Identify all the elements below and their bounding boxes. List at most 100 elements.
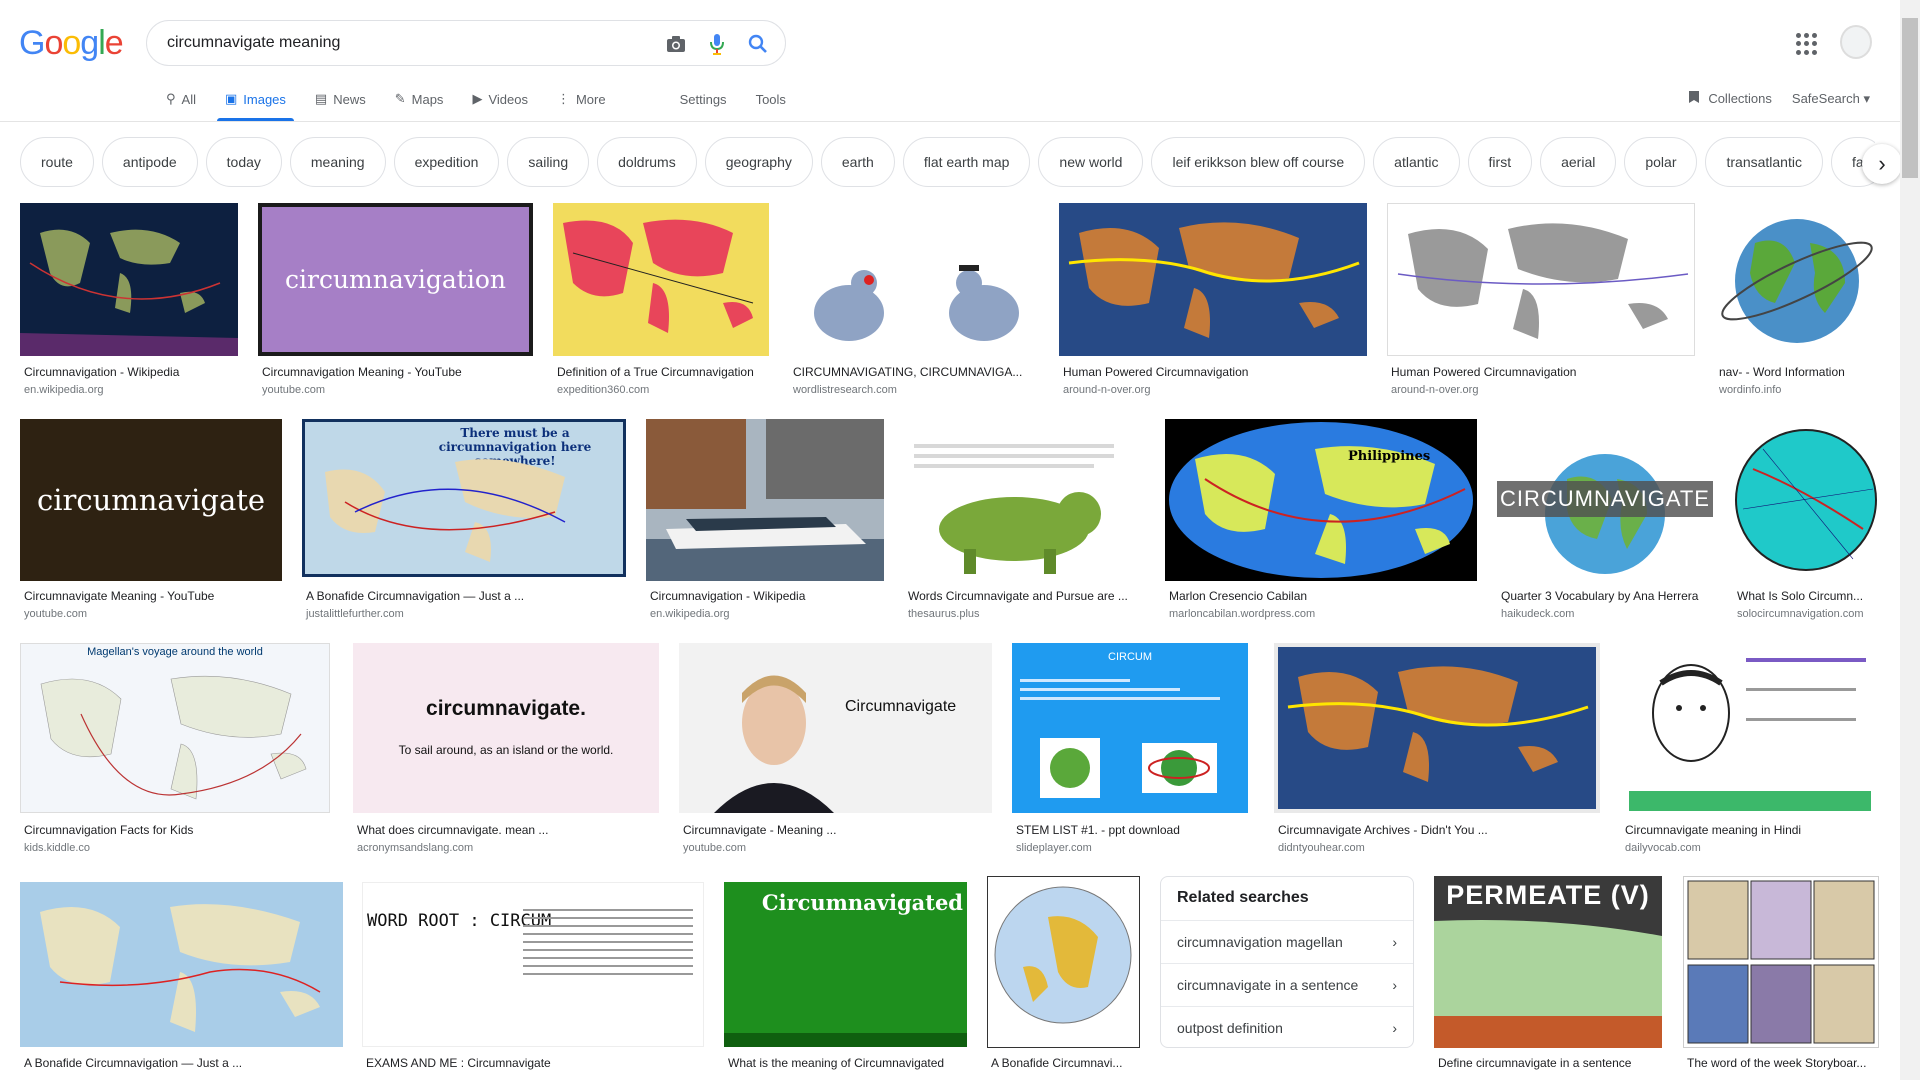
image-result[interactable]: PERMEATE (V) Define circumnavigate in a … [1434,876,1662,1080]
result-thumbnail[interactable] [1733,419,1880,581]
result-thumbnail[interactable] [789,203,1038,356]
chip[interactable]: antipode [101,137,198,187]
image-result[interactable]: Words Circumnavigate and Pursue are ... … [904,419,1145,624]
result-title[interactable]: Quarter 3 Vocabulary by Ana Herrera [1501,589,1713,603]
image-result[interactable]: WORD ROOT : CIRCUM EXAMS AND ME : Circum… [362,882,704,1080]
chip[interactable]: route [20,137,94,187]
google-logo[interactable]: Google [19,24,124,63]
image-result[interactable]: Human Powered Circumnavigation around-n-… [1387,203,1695,403]
result-thumbnail[interactable]: PERMEATE (V) [1434,876,1662,1048]
result-title[interactable]: Marlon Cresencio Cabilan [1169,589,1474,603]
image-result[interactable]: CIRCUMNAVIGATE Quarter 3 Vocabulary by A… [1497,419,1713,624]
image-result[interactable]: Circumnavigation - Wikipedia en.wikipedi… [20,203,238,403]
chevron-right-icon[interactable]: › [1862,144,1902,184]
result-thumbnail[interactable] [20,203,238,356]
tab-news[interactable]: ▤ News [315,88,366,110]
image-result[interactable]: Human Powered Circumnavigation around-n-… [1059,203,1367,403]
tab-images[interactable]: ▣ Images [216,88,294,121]
result-thumbnail[interactable]: circumnavigate [20,419,282,581]
image-result[interactable]: circumnavigate. To sail around, as an is… [353,643,659,858]
chip[interactable]: expedition [393,137,500,187]
result-title[interactable]: Circumnavigation Meaning - YouTube [262,365,532,379]
result-thumbnail[interactable]: Circumnavigate [679,643,992,813]
result-title[interactable]: nav- - Word Information [1719,365,1879,379]
image-result[interactable]: nav- - Word Information wordinfo.info [1715,203,1880,403]
result-title[interactable]: What Is Solo Circumn... [1737,589,1880,603]
result-title[interactable]: The word of the week Storyboar... [1687,1056,1879,1070]
result-thumbnail[interactable] [1621,643,1879,813]
tab-videos[interactable]: ▶ Videos [472,88,528,110]
result-title[interactable]: Circumnavigate Archives - Didn't You ... [1278,823,1598,837]
chip[interactable]: transatlantic [1705,137,1823,187]
scrollbar-thumb[interactable] [1902,18,1918,178]
result-title[interactable]: What does circumnavigate. mean ... [357,823,657,837]
result-title[interactable]: CIRCUMNAVIGATING, CIRCUMNAVIGA... [793,365,1033,379]
collections-button[interactable]: Collections [1688,90,1772,107]
image-result[interactable]: Definition of a True Circumnavigation ex… [553,203,769,403]
result-thumbnail[interactable]: WORD ROOT : CIRCUM [362,882,704,1047]
apps-grid-icon[interactable] [1795,32,1819,56]
result-thumbnail[interactable] [1059,203,1367,356]
tab-more[interactable]: ⋮ More [557,88,606,110]
page-scrollbar[interactable] [1900,0,1920,1080]
result-thumbnail[interactable] [904,419,1145,581]
tab-all[interactable]: ⚲ All [166,88,196,110]
image-result[interactable]: CIRCUMNAVIGATING, CIRCUMNAVIGA... wordli… [789,203,1038,403]
chip[interactable]: today [205,137,282,187]
related-search-item[interactable]: circumnavigation magellan › [1161,920,1413,963]
search-input[interactable] [167,31,637,55]
image-result[interactable]: There must be a circumnavigation here so… [302,419,626,624]
result-thumbnail[interactable]: Circumnavigated [724,882,967,1047]
image-result[interactable]: circumnavigation Circumnavigation Meanin… [258,203,533,403]
result-title[interactable]: A Bonafide Circumnavigation — Just a ... [306,589,624,603]
tools-link[interactable]: Tools [756,88,786,110]
result-thumbnail[interactable] [1387,203,1695,356]
result-title[interactable]: A Bonafide Circumnavigation — Just a ... [24,1056,342,1070]
result-thumbnail[interactable] [1715,203,1880,356]
image-result[interactable]: Circumnavigation - Wikipedia en.wikipedi… [646,419,884,624]
chip[interactable]: geography [704,137,813,187]
result-title[interactable]: Circumnavigate - Meaning ... [683,823,988,837]
image-result[interactable]: Circumnavigated What is the meaning of C… [724,882,967,1080]
image-result[interactable]: Circumnavigate Archives - Didn't You ...… [1274,643,1600,858]
tab-maps[interactable]: ✎ Maps [395,88,444,110]
result-thumbnail[interactable]: CIRCUMNAVIGATE [1497,419,1713,581]
chip[interactable]: first [1467,137,1533,187]
image-result[interactable]: Circumnavigate meaning in Hindi dailyvoc… [1621,643,1879,858]
image-result[interactable]: CIRCUM STEM LIST #1. - ppt download slid… [1012,643,1248,858]
result-title[interactable]: Circumnavigation Facts for Kids [24,823,329,837]
microphone-icon[interactable] [704,31,730,57]
chip[interactable]: meaning [289,137,386,187]
result-title[interactable]: Words Circumnavigate and Pursue are ... [908,589,1143,603]
image-result[interactable]: A Bonafide Circumnavigation — Just a ... [20,882,343,1080]
chip[interactable]: flat earth map [902,137,1031,187]
camera-icon[interactable] [663,31,689,57]
result-title[interactable]: What is the meaning of Circumnavigated [728,1056,966,1070]
result-thumbnail[interactable] [1274,643,1600,813]
result-thumbnail[interactable]: circumnavigate. To sail around, as an is… [353,643,659,813]
search-icon[interactable] [745,31,771,57]
result-thumbnail[interactable]: Philippines [1165,419,1477,581]
image-result[interactable]: circumnavigate Circumnavigate Meaning - … [20,419,282,624]
result-thumbnail[interactable] [553,203,769,356]
result-title[interactable]: Definition of a True Circumnavigation [557,365,767,379]
result-title[interactable]: Human Powered Circumnavigation [1063,365,1363,379]
chip[interactable]: leif erikkson blew off course [1151,137,1366,187]
result-thumbnail[interactable] [646,419,884,581]
image-result[interactable]: A Bonafide Circumnavi... [987,876,1140,1080]
chip[interactable]: earth [820,137,895,187]
chip[interactable]: atlantic [1373,137,1460,187]
result-thumbnail[interactable]: CIRCUM [1012,643,1248,813]
result-title[interactable]: Human Powered Circumnavigation [1391,365,1691,379]
result-title[interactable]: STEM LIST #1. - ppt download [1016,823,1246,837]
image-result[interactable]: Magellan's voyage around the world Circu… [20,643,330,858]
avatar[interactable] [1840,25,1872,59]
image-result[interactable]: What Is Solo Circumn... solocircumnaviga… [1733,419,1880,624]
chip[interactable]: new world [1038,137,1144,187]
related-search-item[interactable]: circumnavigate in a sentence › [1161,963,1413,1006]
result-thumbnail[interactable]: circumnavigation [258,203,533,356]
chip[interactable]: sailing [507,137,590,187]
image-result[interactable]: The word of the week Storyboar... [1683,876,1879,1080]
result-thumbnail[interactable]: There must be a circumnavigation here so… [302,419,626,577]
result-title[interactable]: Circumnavigate meaning in Hindi [1625,823,1875,837]
